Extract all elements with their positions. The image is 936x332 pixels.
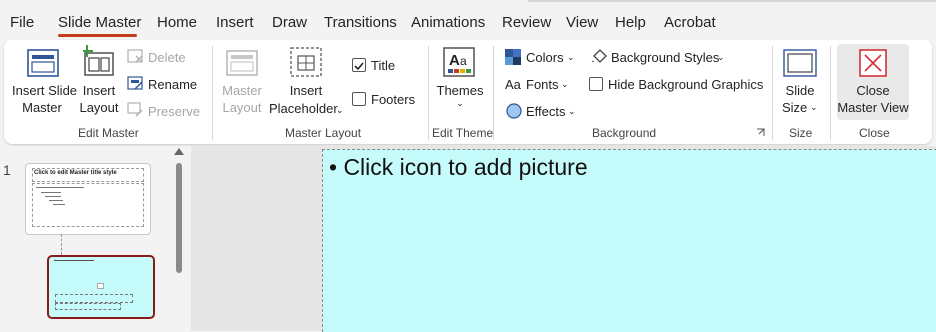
thumbnail-placeholder-box <box>55 294 133 303</box>
tab-review[interactable]: Review <box>502 14 551 31</box>
themes-icon: A a <box>443 47 475 77</box>
colors-icon <box>505 49 521 65</box>
effects-icon <box>506 103 522 119</box>
scroll-up-arrow-icon[interactable] <box>174 148 184 155</box>
slide-master-thumbnail[interactable]: Click to edit Master title style <box>25 163 151 235</box>
colors-label: Colors <box>526 50 564 65</box>
chevron-down-icon: ⌄ <box>810 102 818 112</box>
check-icon <box>354 62 364 71</box>
slide-master-icon <box>27 49 59 77</box>
group-separator <box>493 46 494 140</box>
thumbnail-text-line <box>41 192 61 193</box>
tab-draw[interactable]: Draw <box>272 14 307 31</box>
fonts-label: Fonts <box>526 77 559 92</box>
fonts-icon: Aa <box>505 77 521 92</box>
thumbnail-text-line <box>36 187 84 188</box>
thumbnail-text-line <box>53 204 65 205</box>
hide-background-graphics-label: Hide Background Graphics <box>608 77 764 92</box>
ribbon: Insert Slide Master Insert Layout Delete <box>4 40 932 144</box>
close-master-view-label-1: Close <box>856 83 890 98</box>
thumbnail-title-text: Click to edit Master title style <box>34 170 117 176</box>
slide-size-label-1: Slide <box>785 83 815 98</box>
picture-placeholder-icon <box>97 283 104 289</box>
slide-size-icon <box>783 49 817 77</box>
chevron-down-icon: ⌄ <box>568 106 576 116</box>
svg-text:A: A <box>449 52 460 69</box>
dialog-launcher-icon[interactable] <box>756 128 766 138</box>
preserve-pin-icon <box>127 102 143 117</box>
insert-layout-icon <box>83 45 114 76</box>
insert-placeholder-label-2: Placeholder <box>269 101 338 116</box>
title-checkbox-box[interactable] <box>352 58 366 72</box>
master-layout-group-label: Master Layout <box>285 126 362 140</box>
chevron-down-icon: ⌄ <box>561 79 569 89</box>
thumbnail-scrollbar[interactable] <box>176 163 182 273</box>
close-group-label: Close <box>859 126 890 140</box>
delete-label: Delete <box>148 50 186 65</box>
rename-icon <box>127 76 143 90</box>
tab-home[interactable]: Home <box>157 14 197 31</box>
master-layout-icon <box>226 50 258 76</box>
slide-thumbnail-pane: 1 Click to edit Master title style <box>0 146 190 331</box>
tab-animations[interactable]: Animations <box>411 14 485 31</box>
tab-slide-master[interactable]: Slide Master <box>58 14 141 31</box>
footers-checkbox-label: Footers <box>371 92 416 107</box>
tab-insert[interactable]: Insert <box>216 14 254 31</box>
chevron-down-icon: ⌄ <box>456 98 464 108</box>
title-bar-edge <box>528 0 936 2</box>
close-icon <box>859 49 887 77</box>
thumbnail-text-line <box>45 196 61 197</box>
tab-acrobat[interactable]: Acrobat <box>664 14 716 31</box>
insert-slide-master-label-2: Master <box>22 100 62 115</box>
group-separator <box>428 46 429 140</box>
thumbnail-body-placeholder <box>32 183 144 227</box>
title-checkbox-label: Title <box>371 58 396 73</box>
thumbnail-title-placeholder: Click to edit Master title style <box>32 168 144 182</box>
background-styles-label: Background Styles <box>611 50 720 65</box>
insert-placeholder-label-1: Insert <box>289 83 323 98</box>
chevron-down-icon: ⌄ <box>336 105 344 115</box>
thumbnail-text-line <box>54 260 94 261</box>
slide-number: 1 <box>3 162 11 178</box>
tab-transitions[interactable]: Transitions <box>324 14 397 31</box>
insert-layout-label-1: Insert <box>82 83 116 98</box>
themes-label: Themes <box>436 83 484 98</box>
tab-file[interactable]: File <box>10 14 34 31</box>
effects-label: Effects <box>526 104 566 119</box>
delete-slide-icon <box>127 49 143 63</box>
preserve-label: Preserve <box>148 104 201 119</box>
close-master-view-label-2: Master View <box>837 100 909 115</box>
master-layout-label-1: Master <box>222 83 262 98</box>
rename-label: Rename <box>148 77 198 92</box>
thumbnail-placeholder-box <box>55 303 121 310</box>
group-separator <box>772 46 773 140</box>
slide-canvas[interactable]: • Click icon to add picture <box>322 149 936 332</box>
picture-placeholder-text[interactable]: • Click icon to add picture <box>329 154 588 181</box>
insert-layout-label-2: Layout <box>79 100 119 115</box>
group-separator <box>830 46 831 140</box>
thumbnail-connector <box>61 234 63 255</box>
close-master-view-button[interactable]: Close Master View <box>837 44 909 120</box>
background-group-label: Background <box>592 126 657 140</box>
paint-bucket-icon <box>592 49 607 63</box>
master-layout-label-2: Layout <box>222 100 262 115</box>
footers-checkbox-box[interactable] <box>352 92 366 106</box>
tab-help[interactable]: Help <box>615 14 646 31</box>
svg-text:a: a <box>460 54 467 68</box>
tab-view[interactable]: View <box>566 14 598 31</box>
layout-thumbnail-selected[interactable] <box>47 255 155 319</box>
edit-theme-group-label: Edit Theme <box>432 126 494 140</box>
hide-background-graphics-box[interactable] <box>589 77 603 91</box>
active-tab-underline <box>58 34 137 37</box>
group-separator <box>212 46 213 140</box>
insert-placeholder-icon <box>290 47 322 77</box>
size-group-label: Size <box>789 126 813 140</box>
insert-slide-master-label-1: Insert Slide <box>12 83 78 98</box>
slide-size-label-2: Size <box>782 100 808 115</box>
edit-master-group-label: Edit Master <box>78 126 139 140</box>
thumbnail-text-line <box>49 200 63 201</box>
ribbon-tabs: File Slide Master Home Insert Draw Trans… <box>0 0 936 40</box>
chevron-down-icon: ⌄ <box>717 52 725 62</box>
chevron-down-icon: ⌄ <box>567 52 575 62</box>
